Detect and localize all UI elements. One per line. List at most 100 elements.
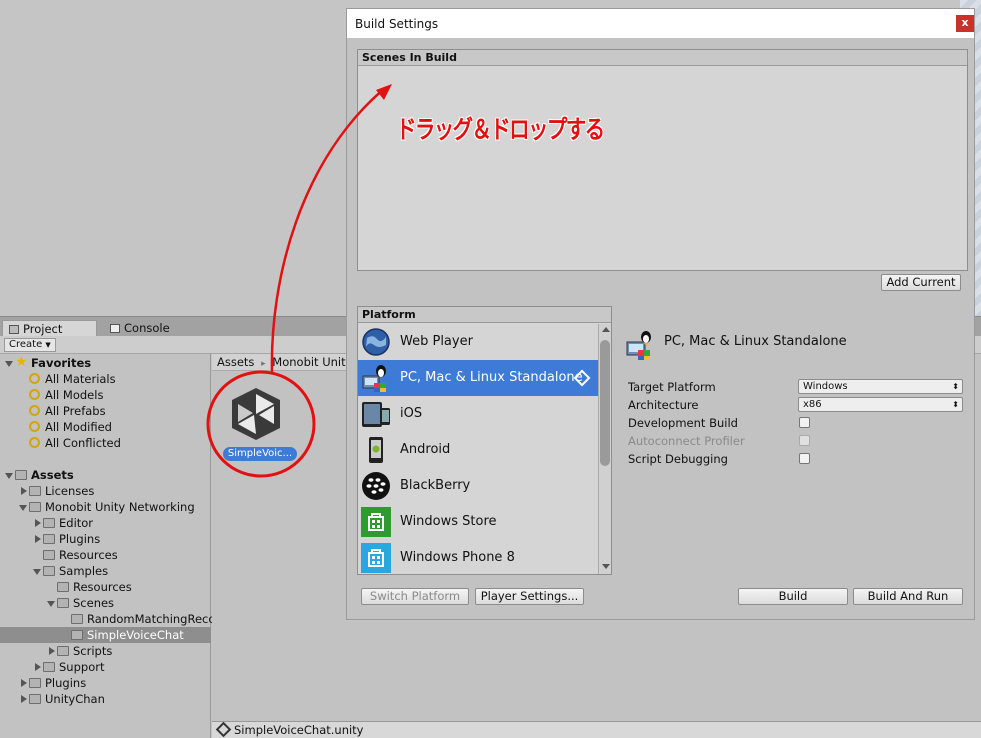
folder-icon xyxy=(71,614,83,624)
platform-scrollbar[interactable] xyxy=(598,324,611,574)
script-debugging-checkbox[interactable] xyxy=(799,453,810,464)
expand-arrow-icon[interactable] xyxy=(5,473,13,479)
collapse-arrow-icon[interactable] xyxy=(21,695,27,703)
tree-item[interactable]: All Materials xyxy=(0,371,211,387)
tree-item[interactable]: Support xyxy=(0,659,211,675)
breadcrumb-monobit[interactable]: Monobit Unity xyxy=(272,355,352,369)
tree-item[interactable]: Assets xyxy=(0,467,211,483)
platform-item[interactable]: Windows Phone 8 xyxy=(358,540,598,574)
platform-item[interactable]: PC, Mac & Linux Standalone xyxy=(358,360,598,396)
windows-store-icon xyxy=(361,507,391,537)
folder-icon xyxy=(15,470,27,480)
platform-item-label: BlackBerry xyxy=(400,478,471,493)
tree-item[interactable]: SimpleVoiceChat xyxy=(0,627,211,643)
selected-platform-title: PC, Mac & Linux Standalone xyxy=(664,334,847,349)
status-bar: SimpleVoiceChat.unity xyxy=(212,721,981,738)
blackberry-icon xyxy=(361,471,391,501)
platform-item[interactable]: Windows Store xyxy=(358,504,598,540)
unity-scene-icon[interactable] xyxy=(226,384,286,444)
tree-item[interactable]: All Prefabs xyxy=(0,403,211,419)
platform-item[interactable]: Android xyxy=(358,432,598,468)
tree-item[interactable]: Samples xyxy=(0,563,211,579)
collapse-arrow-icon[interactable] xyxy=(49,647,55,655)
tree-item[interactable]: Resources xyxy=(0,579,211,595)
tree-item[interactable]: Editor xyxy=(0,515,211,531)
folder-icon xyxy=(43,566,55,576)
collapse-arrow-icon[interactable] xyxy=(35,663,41,671)
tree-item-label: Resources xyxy=(73,580,132,594)
platform-item-label: iOS xyxy=(400,406,423,421)
scroll-down-arrow[interactable] xyxy=(602,564,610,569)
expand-arrow-icon[interactable] xyxy=(47,601,55,607)
target-platform-dropdown[interactable]: Windows ⬍ xyxy=(798,379,963,394)
add-current-button[interactable]: Add Current xyxy=(881,274,961,291)
tree-item[interactable]: Resources xyxy=(0,547,211,563)
switch-platform-button[interactable]: Switch Platform xyxy=(361,588,469,605)
tree-item[interactable]: UnityChan xyxy=(0,691,211,707)
tree-item[interactable]: RandomMatchingReco xyxy=(0,611,215,627)
dropdown-arrow-icon: ⬍ xyxy=(952,400,959,409)
expand-arrow-icon[interactable] xyxy=(33,569,41,575)
standalone-icon xyxy=(361,363,391,393)
platform-item[interactable]: BlackBerry xyxy=(358,468,598,504)
tree-item[interactable]: All Modified xyxy=(0,419,211,435)
architecture-dropdown[interactable]: x86 ⬍ xyxy=(798,397,963,412)
collapse-arrow-icon[interactable] xyxy=(35,519,41,527)
scroll-thumb[interactable] xyxy=(600,340,610,466)
tree-item[interactable]: Licenses xyxy=(0,483,211,499)
collapse-arrow-icon[interactable] xyxy=(35,535,41,543)
build-and-run-button[interactable]: Build And Run xyxy=(853,588,963,605)
search-icon xyxy=(29,421,40,432)
close-button[interactable]: x xyxy=(956,15,974,32)
autoconnect-profiler-label: Autoconnect Profiler xyxy=(628,434,745,448)
folder-icon xyxy=(57,598,69,608)
window-titlebar[interactable]: Build Settings x xyxy=(347,9,974,38)
platform-header: Platform xyxy=(358,307,611,323)
tree-item-label: All Modified xyxy=(45,420,112,434)
player-settings-button[interactable]: Player Settings... xyxy=(475,588,584,605)
tree-item-label: All Models xyxy=(45,388,104,402)
annotation-text: ドラッグ＆ドロップする xyxy=(396,115,605,144)
scroll-up-arrow[interactable] xyxy=(602,327,610,332)
tab-console[interactable]: Console xyxy=(104,320,194,337)
tree-item-label: Samples xyxy=(59,564,109,578)
platform-item-label: Web Player xyxy=(400,334,473,349)
folder-icon xyxy=(43,550,55,560)
development-build-checkbox[interactable] xyxy=(799,417,810,428)
scenes-in-build-panel[interactable]: Scenes In Build ドラッグ＆ドロップする xyxy=(357,49,968,271)
tree-item[interactable]: All Models xyxy=(0,387,211,403)
tree-item-label: Plugins xyxy=(45,676,87,690)
expand-arrow-icon[interactable] xyxy=(5,361,13,367)
platform-item[interactable]: Web Player xyxy=(358,324,598,360)
folder-icon xyxy=(57,582,69,592)
platform-item-label: Windows Store xyxy=(400,514,497,529)
breadcrumb-separator: ▸ xyxy=(261,359,266,369)
asset-label[interactable]: SimpleVoic... xyxy=(223,447,297,461)
tab-project[interactable]: Project xyxy=(2,320,97,337)
folder-icon xyxy=(71,630,83,640)
tree-item[interactable]: Monobit Unity Networking xyxy=(0,499,211,515)
collapse-arrow-icon[interactable] xyxy=(21,487,27,495)
expand-arrow-icon[interactable] xyxy=(19,505,27,511)
architecture-label: Architecture xyxy=(628,398,699,412)
platform-item[interactable]: iOS xyxy=(358,396,598,432)
globe-icon xyxy=(361,327,391,357)
tree-item-label: Resources xyxy=(59,548,118,562)
tree-item[interactable]: Scenes xyxy=(0,595,211,611)
autoconnect-profiler-checkbox xyxy=(799,435,810,446)
collapse-arrow-icon[interactable] xyxy=(21,679,27,687)
standalone-icon xyxy=(626,331,651,360)
status-file: SimpleVoiceChat.unity xyxy=(234,723,364,737)
folder-icon xyxy=(29,694,41,704)
tree-item[interactable]: Plugins xyxy=(0,675,211,691)
tree-item[interactable]: Scripts xyxy=(0,643,211,659)
create-button[interactable]: Create ▼ xyxy=(4,338,56,352)
tree-item-label: Editor xyxy=(59,516,94,530)
build-button[interactable]: Build xyxy=(738,588,848,605)
tree-item[interactable]: ★ Favorites xyxy=(0,354,211,371)
breadcrumb-assets[interactable]: Assets xyxy=(217,355,254,369)
star-icon: ★ xyxy=(15,354,28,370)
tree-item[interactable]: All Conflicted xyxy=(0,435,211,451)
tree-item[interactable]: Plugins xyxy=(0,531,211,547)
